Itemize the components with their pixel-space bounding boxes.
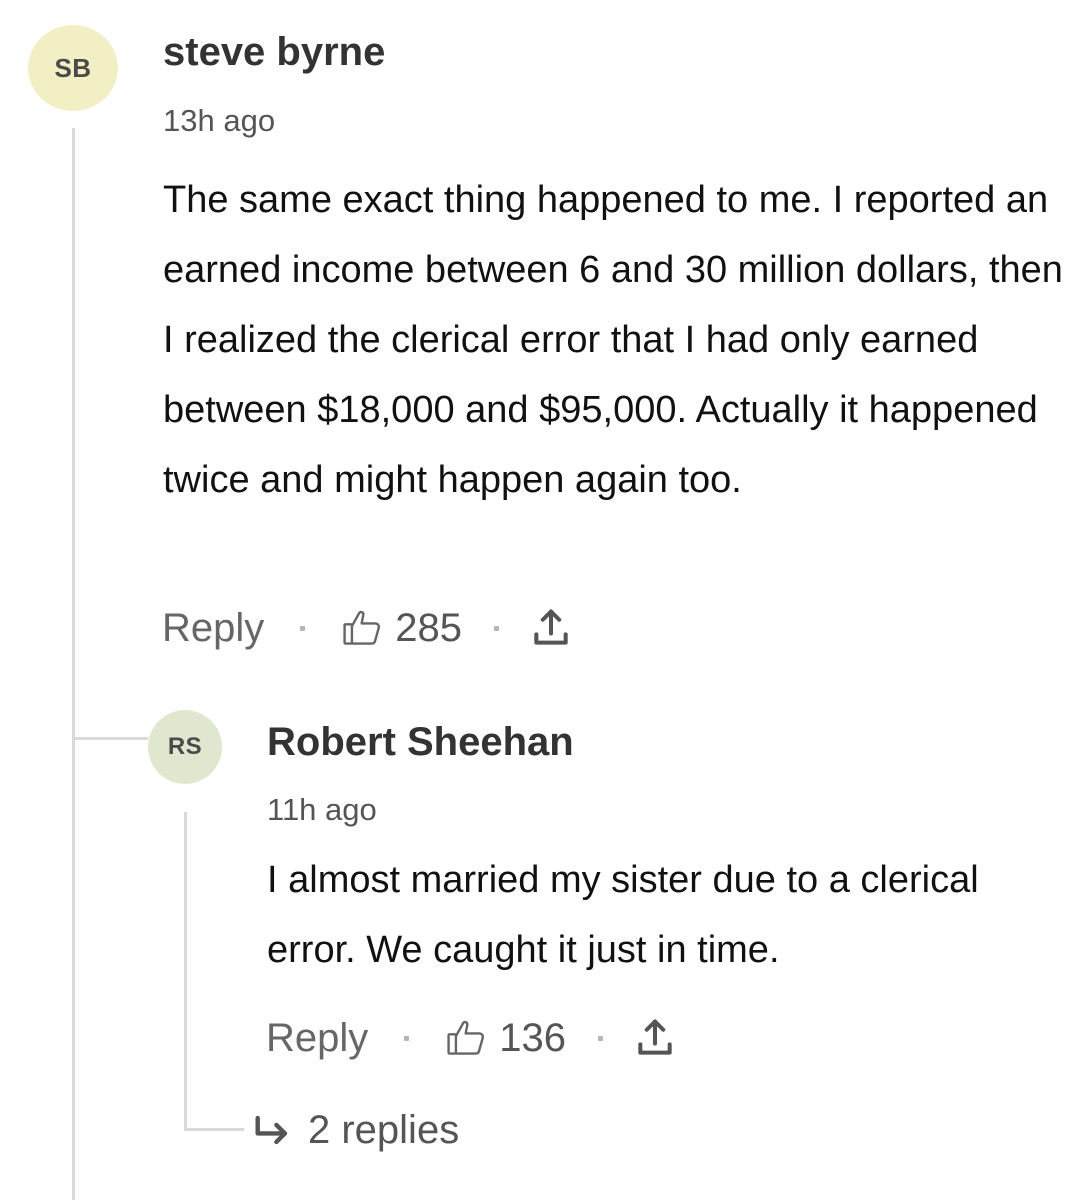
comment-timestamp: 11h ago <box>267 792 377 827</box>
thumbs-up-icon <box>339 606 385 650</box>
reply-button[interactable]: Reply <box>162 606 264 651</box>
avatar[interactable]: SB <box>28 25 118 111</box>
reply-button[interactable]: Reply <box>266 1016 368 1061</box>
thread-line-reply <box>184 812 187 1130</box>
view-replies-link[interactable]: 2 replies <box>252 1104 459 1156</box>
thread-replies-connector <box>184 1128 244 1131</box>
share-icon <box>633 1016 677 1060</box>
thread-line-main <box>72 128 75 1200</box>
share-icon <box>529 606 573 650</box>
avatar-initials: SB <box>54 52 92 83</box>
separator-dot <box>494 625 500 631</box>
thread-branch-connector <box>72 737 148 740</box>
share-button[interactable] <box>529 606 573 650</box>
like-button[interactable]: 285 <box>339 606 462 651</box>
comment-author[interactable]: steve byrne <box>163 30 385 75</box>
separator-dot <box>404 1035 410 1041</box>
like-count: 285 <box>395 605 463 650</box>
comment-actions: Reply 136 <box>266 1011 677 1065</box>
like-count: 136 <box>499 1015 567 1060</box>
comment-actions: Reply 285 <box>162 601 573 655</box>
like-button[interactable]: 136 <box>443 1016 566 1061</box>
share-button[interactable] <box>633 1016 677 1060</box>
comment-body: The same exact thing happened to me. I r… <box>163 179 1063 501</box>
separator-dot <box>598 1035 604 1041</box>
replies-count-label: 2 replies <box>308 1107 460 1152</box>
comment-author[interactable]: Robert Sheehan <box>267 720 574 765</box>
separator-dot <box>300 625 306 631</box>
comment-timestamp: 13h ago <box>163 103 276 138</box>
comment-body: I almost married my sister due to a cler… <box>267 859 979 971</box>
reply-arrow-icon <box>252 1113 294 1147</box>
avatar[interactable]: RS <box>148 710 222 784</box>
thumbs-up-icon <box>443 1016 489 1060</box>
avatar-initials: RS <box>167 733 203 760</box>
